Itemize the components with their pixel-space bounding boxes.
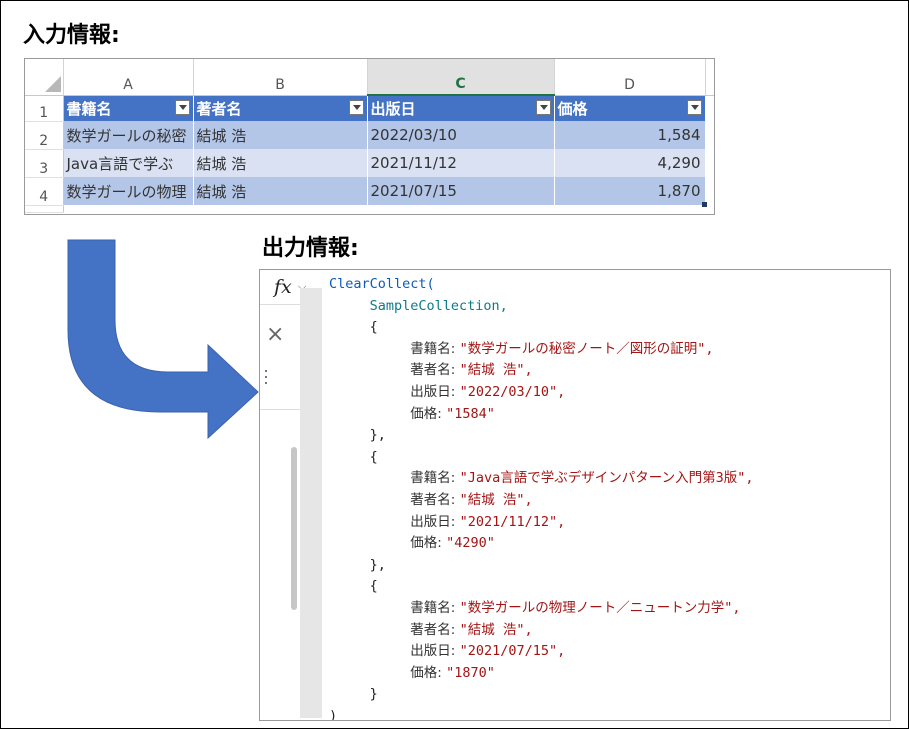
code-string: "結城 浩", bbox=[459, 621, 533, 638]
code-string: "結城 浩", bbox=[459, 491, 533, 508]
more-options-icon[interactable] bbox=[265, 370, 268, 388]
code-key: 書籍名: bbox=[410, 470, 460, 487]
code-string: "1870" bbox=[446, 664, 495, 681]
code-key: 著者名: bbox=[410, 621, 460, 638]
code-string: "結城 浩", bbox=[459, 362, 533, 379]
code-key: 価格: bbox=[410, 535, 447, 552]
editor-gutter bbox=[300, 288, 322, 718]
code-string: "数学ガールの秘密ノート／図形の証明", bbox=[459, 340, 714, 357]
code-string: "1584" bbox=[446, 405, 495, 422]
code-key: 書籍名: bbox=[410, 599, 460, 616]
code-key: 出版日: bbox=[410, 513, 460, 530]
divider bbox=[260, 304, 300, 305]
code-function: ClearCollect( bbox=[329, 276, 435, 292]
code-brace: }, bbox=[369, 556, 386, 573]
code-brace: }, bbox=[369, 427, 386, 444]
code-collection-name: SampleCollection, bbox=[369, 297, 508, 314]
code-key: 価格: bbox=[410, 664, 447, 681]
close-icon[interactable]: × bbox=[266, 322, 284, 347]
code-key: 著者名: bbox=[410, 491, 460, 508]
code-key: 価格: bbox=[410, 405, 447, 422]
code-brace: { bbox=[369, 319, 378, 336]
code-brace: { bbox=[369, 448, 378, 465]
vertical-scrollbar[interactable] bbox=[291, 447, 297, 610]
code-paren: ) bbox=[329, 707, 338, 721]
code-brace: { bbox=[369, 578, 378, 595]
output-section-title: 出力情報: bbox=[262, 236, 359, 261]
code-key: 書籍名: bbox=[410, 340, 460, 357]
code-key: 出版日: bbox=[410, 643, 460, 660]
code-brace: } bbox=[369, 686, 378, 703]
formula-bar[interactable]: fx ⌵ × ClearCollect( SampleCollection, {… bbox=[259, 269, 891, 721]
formula-code-editor[interactable]: ClearCollect( SampleCollection, { 書籍名: "… bbox=[329, 274, 884, 721]
code-key: 出版日: bbox=[410, 383, 460, 400]
code-string: "Java言語で学ぶデザインパターン入門第3版", bbox=[459, 470, 754, 487]
code-string: "2022/03/10", bbox=[459, 383, 566, 400]
code-string: "4290" bbox=[446, 535, 495, 552]
fx-icon[interactable]: fx bbox=[274, 276, 292, 298]
code-string: "2021/11/12", bbox=[459, 513, 566, 530]
divider bbox=[260, 409, 300, 410]
code-string: "2021/07/15", bbox=[459, 643, 566, 660]
code-string: "数学ガールの物理ノート／ニュートン力学", bbox=[459, 599, 741, 616]
code-key: 著者名: bbox=[410, 362, 460, 379]
